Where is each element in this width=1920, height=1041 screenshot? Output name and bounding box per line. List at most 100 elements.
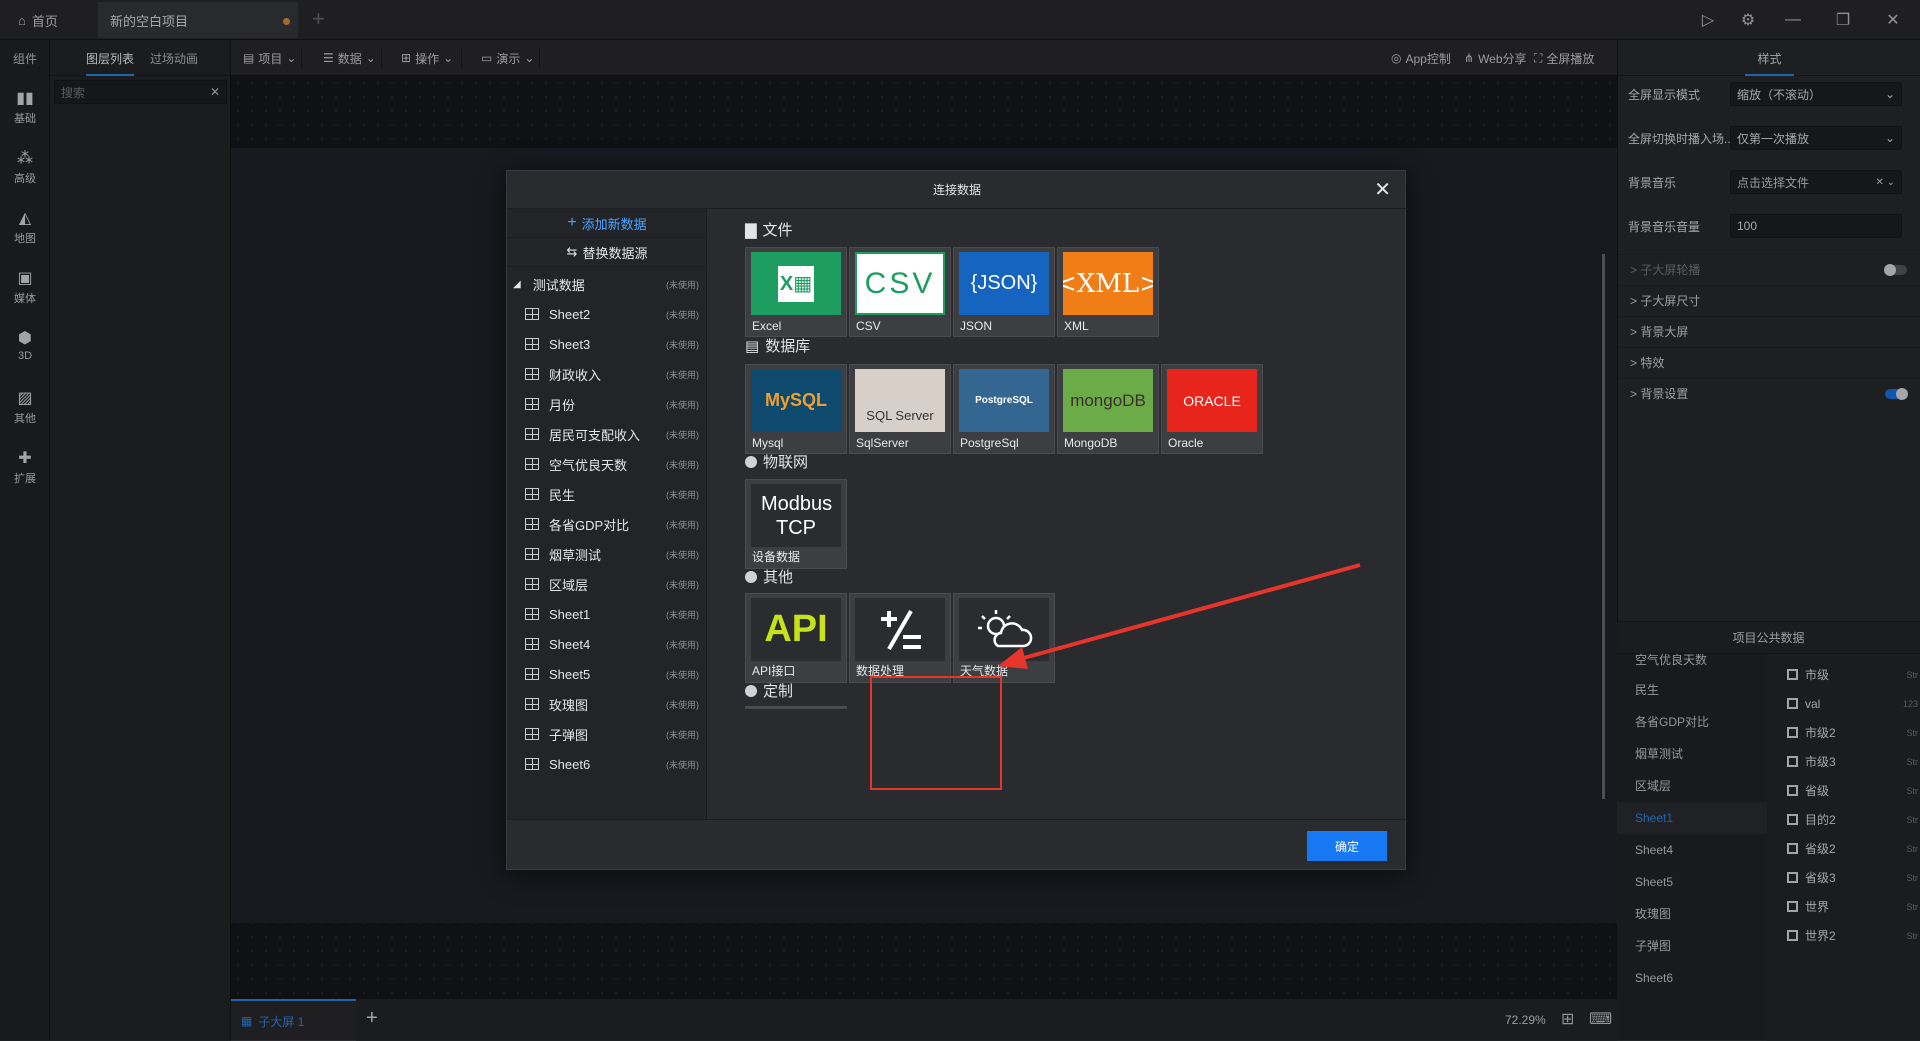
swap-icon: ⇆ <box>566 244 578 259</box>
dataset-item[interactable]: 空气优良天数 (未使用) <box>507 449 707 479</box>
dataset-item[interactable]: 区域层 (未使用) <box>507 569 707 599</box>
dataset-status: (未使用) <box>666 429 699 440</box>
dataset-item[interactable]: 居民可支配收入 (未使用) <box>507 419 707 449</box>
table-icon <box>525 758 539 770</box>
sqlserver-card[interactable]: SQL Server SqlServer <box>849 364 951 454</box>
table-icon <box>525 548 539 560</box>
gallery-scrollbar[interactable] <box>1602 254 1605 799</box>
dataset-name: 区域层 <box>549 577 589 593</box>
dataset-status: (未使用) <box>666 369 699 380</box>
dataset-name: Sheet6 <box>549 756 591 772</box>
dataset-item[interactable]: Sheet4 (未使用) <box>507 629 707 659</box>
table-icon <box>525 458 539 470</box>
sqlserver-icon: SQL Server <box>855 369 945 432</box>
dataset-status: (未使用) <box>666 309 699 320</box>
dataset-item[interactable]: Sheet6 (未使用) <box>507 749 707 779</box>
dataset-item[interactable]: 玫瑰图 (未使用) <box>507 689 707 719</box>
data-source-gallery: ▇ 文件 X▦ Excel CSV CSV {JSON} JSON <XML> X… <box>707 209 1605 819</box>
database-icon: ▤ <box>745 337 760 355</box>
excel-card[interactable]: X▦ Excel <box>745 247 847 337</box>
dataset-status: (未使用) <box>666 729 699 740</box>
add-new-data-button[interactable]: + 添加新数据 <box>507 209 707 238</box>
dataset-status: (未使用) <box>666 609 699 620</box>
dataset-status: (未使用) <box>666 459 699 470</box>
annotation-arrow-icon <box>998 563 1361 669</box>
dataset-item[interactable]: 子弹图 (未使用) <box>507 719 707 749</box>
table-icon <box>525 728 539 740</box>
table-icon <box>525 488 539 500</box>
plus-icon: + <box>567 214 577 231</box>
xml-icon: <XML> <box>1063 252 1153 315</box>
dataset-name: Sheet4 <box>549 636 591 652</box>
dataset-status: (未使用) <box>666 639 699 650</box>
dataset-item[interactable]: Sheet3 (未使用) <box>507 329 707 359</box>
dataset-item[interactable]: 月份 (未使用) <box>507 389 707 419</box>
mongodb-card[interactable]: mongoDB MongoDB <box>1057 364 1159 454</box>
replace-source-button[interactable]: ⇆ 替换数据源 <box>507 238 707 267</box>
dataset-name: 烟草测试 <box>549 547 602 563</box>
dataset-name: 空气优良天数 <box>549 457 628 473</box>
modbus-card[interactable]: Modbus TCP 设备数据 <box>745 479 847 569</box>
compass-icon <box>745 455 757 468</box>
dataset-status: (未使用) <box>666 759 699 770</box>
table-icon <box>525 368 539 380</box>
dataset-status: (未使用) <box>666 549 699 560</box>
table-icon <box>525 608 539 620</box>
plus-slash-equals-icon <box>855 598 945 661</box>
compass-icon <box>745 570 757 583</box>
section-database: ▤ 数据库 <box>745 337 811 356</box>
close-icon[interactable]: ✕ <box>1374 177 1391 202</box>
json-icon: {JSON} <box>959 252 1049 315</box>
dataset-item[interactable]: 各省GDP对比 (未使用) <box>507 509 707 539</box>
table-icon <box>525 668 539 680</box>
section-iot: 物联网 <box>745 451 808 472</box>
json-card[interactable]: {JSON} JSON <box>953 247 1055 337</box>
dataset-name: 民生 <box>549 487 576 503</box>
dataset-name: 居民可支配收入 <box>549 427 641 443</box>
dataset-item[interactable]: Sheet2 (未使用) <box>507 299 707 329</box>
xml-card[interactable]: <XML> XML <box>1057 247 1159 337</box>
dataset-name: 各省GDP对比 <box>549 517 630 533</box>
dataset-name: Sheet2 <box>549 306 591 322</box>
mongodb-icon: mongoDB <box>1063 369 1153 432</box>
modbus-icon: Modbus TCP <box>751 484 841 547</box>
mysql-card[interactable]: MySQL Mysql <box>745 364 847 454</box>
dataset-name: 月份 <box>549 397 576 413</box>
table-icon <box>525 338 539 350</box>
custom-card-partial[interactable] <box>745 706 847 709</box>
dataset-item[interactable]: 民生 (未使用) <box>507 479 707 509</box>
section-file: ▇ 文件 <box>745 221 793 240</box>
table-icon <box>525 428 539 440</box>
excel-icon: X▦ <box>751 252 841 315</box>
dataset-status: (未使用) <box>666 339 699 350</box>
oracle-card[interactable]: ORACLE Oracle <box>1161 364 1263 454</box>
dataset-status: (未使用) <box>666 489 699 500</box>
dataset-item[interactable]: Sheet1 (未使用) <box>507 599 707 629</box>
highlight-box <box>870 676 1002 790</box>
table-icon <box>525 698 539 710</box>
table-icon <box>525 398 539 410</box>
postgresql-card[interactable]: PostgreSQL PostgreSql <box>953 364 1055 454</box>
table-icon <box>525 308 539 320</box>
confirm-button[interactable]: 确定 <box>1307 831 1387 861</box>
dialog-title: 连接数据 <box>507 171 1407 209</box>
api-card[interactable]: API API接口 <box>745 593 847 683</box>
file-icon: ▇ <box>745 221 757 239</box>
dataset-name: Sheet5 <box>549 666 591 682</box>
mysql-icon: MySQL <box>751 369 841 432</box>
dataset-name: Sheet3 <box>549 336 591 352</box>
postgresql-icon: PostgreSQL <box>959 369 1049 432</box>
dataset-name: 子弹图 <box>549 727 589 743</box>
csv-icon: CSV <box>855 252 945 315</box>
caret-down-icon: ◢ <box>513 278 521 290</box>
dataset-group[interactable]: ◢ 测试数据 (未使用) <box>507 269 707 299</box>
csv-card[interactable]: CSV CSV <box>849 247 951 337</box>
dataset-item[interactable]: 烟草测试 (未使用) <box>507 539 707 569</box>
dataset-status: (未使用) <box>666 399 699 410</box>
table-icon <box>525 638 539 650</box>
dataset-list: + 添加新数据 ⇆ 替换数据源 ◢ 测试数据 (未使用) Sheet2 (未使用)… <box>507 209 707 819</box>
dataset-item[interactable]: 财政收入 (未使用) <box>507 359 707 389</box>
dataset-item[interactable]: Sheet5 (未使用) <box>507 659 707 689</box>
data-processing-card[interactable]: 数据处理 <box>849 593 951 683</box>
section-other: 其他 <box>745 566 793 587</box>
